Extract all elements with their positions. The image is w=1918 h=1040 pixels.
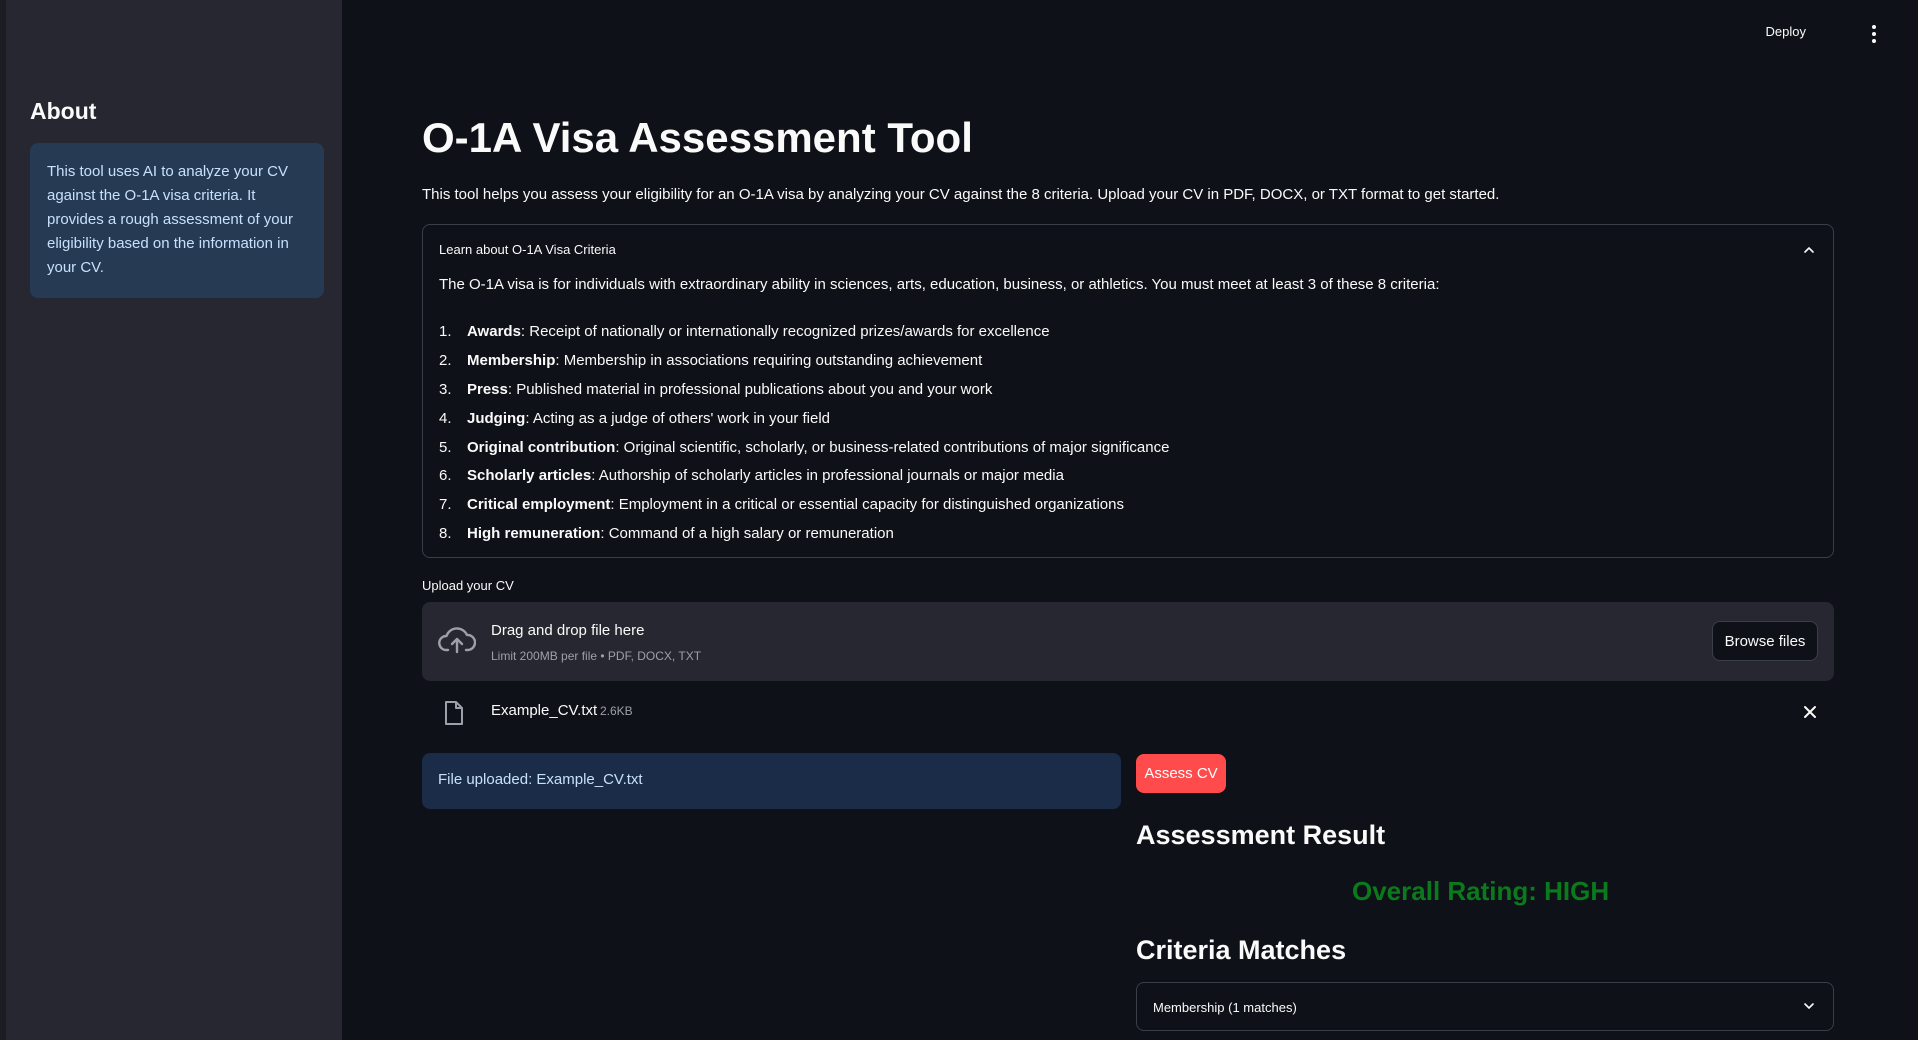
page-subtitle: This tool helps you assess your eligibil… bbox=[422, 186, 1500, 203]
criteria-expander: Learn about O-1A Visa Criteria The O-1A … bbox=[422, 224, 1834, 558]
uploaded-file-name: Example_CV.txt bbox=[491, 702, 598, 719]
file-icon bbox=[444, 700, 464, 731]
criteria-expander-header[interactable]: Learn about O-1A Visa Criteria bbox=[439, 242, 616, 257]
page-title: O-1A Visa Assessment Tool bbox=[422, 114, 973, 161]
list-item: 5. Original contribution: Original scient… bbox=[439, 438, 1170, 456]
chevron-down-icon[interactable] bbox=[1803, 999, 1815, 1017]
deploy-button[interactable]: Deploy bbox=[1766, 24, 1806, 39]
overall-rating: Overall Rating: HIGH bbox=[1352, 876, 1610, 906]
list-item: 3. Press: Published material in professio… bbox=[439, 380, 993, 398]
dropzone-limit: Limit 200MB per file • PDF, DOCX, TXT bbox=[491, 649, 702, 663]
upload-label: Upload your CV bbox=[422, 578, 514, 593]
list-item: 1. Awards: Receipt of nationally or inter… bbox=[439, 322, 1050, 340]
uploaded-file-size: 2.6KB bbox=[600, 704, 633, 718]
list-item: 4. Judging: Acting as a judge of others' … bbox=[439, 409, 831, 427]
uploaded-file-row: Example_CV.txt 2.6KB bbox=[422, 694, 1834, 734]
assessment-result-heading: Assessment Result bbox=[1136, 820, 1386, 850]
chevron-up-icon[interactable] bbox=[1803, 243, 1815, 261]
app-root: About This tool uses AI to analyze your … bbox=[0, 0, 1918, 1040]
list-item: 6. Scholarly articles: Authorship of scho… bbox=[439, 467, 1064, 485]
browse-files-button[interactable]: Browse files bbox=[1712, 621, 1818, 661]
list-item: 7. Critical employment: Employment in a c… bbox=[439, 496, 1124, 514]
criteria-intro: The O-1A visa is for individuals with ex… bbox=[439, 276, 1440, 293]
sidebar-info-box: This tool uses AI to analyze your CV aga… bbox=[30, 143, 324, 298]
criteria-matches-heading: Criteria Matches bbox=[1136, 935, 1347, 965]
criteria-match-expander[interactable]: Membership (1 matches) bbox=[1136, 982, 1834, 1031]
sidebar-heading: About bbox=[30, 98, 97, 124]
file-dropzone[interactable]: Drag and drop file here Limit 200MB per … bbox=[422, 602, 1834, 681]
list-item: 8. High remuneration: Command of a high s… bbox=[439, 525, 894, 543]
list-item: 2. Membership: Membership in associations… bbox=[439, 351, 983, 369]
criteria-match-label: Membership (1 matches) bbox=[1153, 1000, 1297, 1015]
close-icon[interactable] bbox=[1802, 704, 1818, 725]
cloud-upload-icon bbox=[438, 626, 477, 659]
upload-status-message: File uploaded: Example_CV.txt bbox=[422, 753, 1121, 809]
criteria-list: 1. Awards: Receipt of nationally or inter… bbox=[439, 317, 1169, 548]
sidebar: About This tool uses AI to analyze your … bbox=[0, 0, 342, 1040]
kebab-menu-icon[interactable] bbox=[1866, 22, 1882, 46]
dropzone-text: Drag and drop file here bbox=[491, 622, 645, 639]
assess-cv-button[interactable]: Assess CV bbox=[1136, 754, 1226, 793]
